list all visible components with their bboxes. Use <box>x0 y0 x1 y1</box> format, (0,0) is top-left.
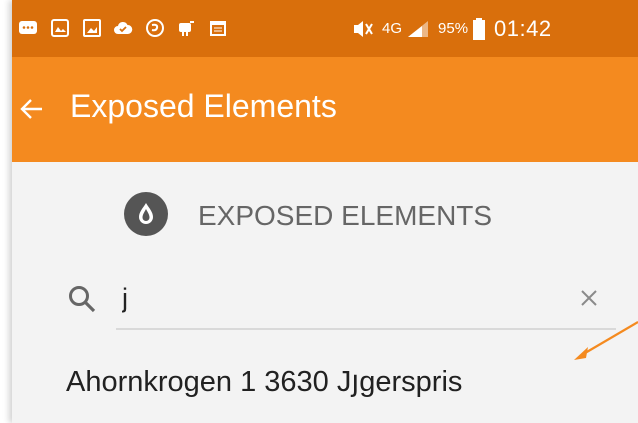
android-debug-icon <box>179 21 194 36</box>
battery-percent: 95% <box>438 20 469 37</box>
app-frame: 4G 95% 01:42 Exposed Elements EXPOSED EL… <box>12 0 638 423</box>
search-input[interactable] <box>122 278 542 318</box>
result-item[interactable]: Ahornkrogen 1 3630 Jյgerspris <box>12 350 638 420</box>
close-icon[interactable] <box>578 287 600 309</box>
section-title: EXPOSED ELEMENTS <box>198 200 493 231</box>
signal-icon <box>408 20 429 37</box>
back-arrow-icon[interactable] <box>18 95 46 123</box>
battery-icon <box>473 17 486 40</box>
status-bar: 4G 95% 01:42 <box>12 0 638 57</box>
annotation-arrow <box>574 321 638 360</box>
page-title: Exposed Elements <box>70 88 337 124</box>
image-icon <box>83 19 101 37</box>
search-bar <box>12 270 638 332</box>
chat-icon <box>19 21 37 34</box>
mute-icon <box>354 20 373 37</box>
search-underline <box>116 328 616 330</box>
clock: 01:42 <box>494 15 552 41</box>
result-label: Ahornkrogen 1 3630 Jյgerspris <box>66 366 463 398</box>
water-drop-icon <box>124 192 168 236</box>
section-header: EXPOSED ELEMENTS <box>12 190 638 240</box>
sync-icon <box>146 19 164 37</box>
status-right: 4G 95% 01:42 <box>352 0 552 57</box>
app-bar: Exposed Elements <box>12 57 638 162</box>
cloud-check-icon <box>114 21 133 34</box>
calendar-icon <box>210 21 226 36</box>
network-type: 4G <box>382 20 403 37</box>
search-icon <box>69 286 96 313</box>
gallery-icon <box>51 19 69 37</box>
